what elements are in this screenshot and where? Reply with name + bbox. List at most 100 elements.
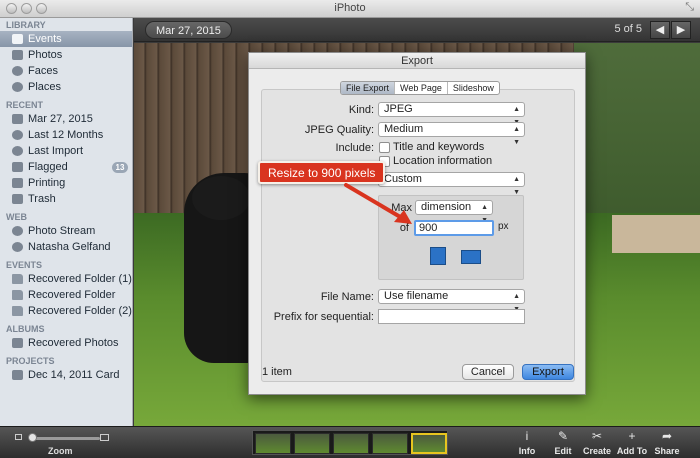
- info-button[interactable]: i Info: [510, 429, 544, 457]
- kind-popup[interactable]: JPEG▲▼: [378, 102, 525, 126]
- sidebar-item-label: Events: [28, 33, 62, 45]
- file-name-label: File Name:: [320, 291, 374, 303]
- zoom-slider[interactable]: [30, 437, 100, 440]
- quality-label: JPEG Quality:: [304, 124, 374, 136]
- folder-icon: [12, 290, 23, 300]
- thumbnail[interactable]: [333, 433, 369, 454]
- create-button[interactable]: ✂ Create: [580, 429, 614, 457]
- file-name-popup[interactable]: Use filename▲▼: [378, 289, 525, 313]
- sidebar-item-label: Faces: [28, 65, 58, 77]
- zoom-in-icon[interactable]: [100, 434, 109, 441]
- tab-slideshow[interactable]: Slideshow: [448, 82, 499, 94]
- faces-icon: [12, 66, 23, 76]
- prefix-label: Prefix for sequential:: [273, 311, 374, 323]
- info-icon: i: [525, 429, 529, 443]
- edit-icon: ✎: [557, 429, 569, 443]
- prefix-input[interactable]: [378, 309, 525, 324]
- folder-icon: [12, 306, 23, 316]
- thumbnail[interactable]: [294, 433, 330, 454]
- thumbnail[interactable]: [372, 433, 408, 454]
- item-count: 1 item: [262, 366, 292, 378]
- sidebar-item-label: Last 12 Months: [28, 129, 104, 141]
- photo-planter: [612, 215, 700, 253]
- sidebar-item[interactable]: Places: [0, 79, 132, 95]
- sidebar-item[interactable]: Natasha Gelfand: [0, 239, 132, 255]
- portrait-orientation-icon[interactable]: [430, 247, 446, 265]
- title-keywords-checkbox[interactable]: [379, 142, 390, 153]
- sidebar-item[interactable]: Mar 27, 2015: [0, 111, 132, 127]
- sidebar-item[interactable]: Events: [0, 31, 132, 47]
- share-button[interactable]: ➦ Share: [650, 429, 684, 457]
- edit-button[interactable]: ✎ Edit: [546, 429, 580, 457]
- sidebar-item-label: Recovered Folder: [28, 289, 116, 301]
- sidebar-item-label: Dec 14, 2011 Card: [28, 369, 120, 381]
- thumbnail-strip: [252, 430, 448, 455]
- export-tabs: File Export Web Page Slideshow: [340, 81, 500, 95]
- sidebar-item[interactable]: Recovered Photos: [0, 335, 132, 351]
- cancel-button[interactable]: Cancel: [462, 364, 514, 380]
- kind-label: Kind:: [348, 104, 374, 116]
- sidebar-item[interactable]: Last Import: [0, 143, 132, 159]
- sidebar-section-head: WEB: [6, 212, 27, 222]
- location-label: Location information: [393, 155, 493, 167]
- bottom-toolbar: Zoom i Info ✎ Edit ✂ Create + Add To ➦ Share: [0, 426, 700, 458]
- photo-counter: 5 of 5: [614, 23, 642, 35]
- sidebar-item-label: Mar 27, 2015: [28, 113, 93, 125]
- include-label: Include:: [335, 142, 374, 154]
- zoom-slider-knob[interactable]: [28, 433, 37, 442]
- photo-dog-head: [192, 176, 250, 220]
- tab-file-export[interactable]: File Export: [341, 82, 396, 94]
- sidebar-item-label: Places: [28, 81, 62, 93]
- sidebar-item-label: Photos: [28, 49, 63, 61]
- next-photo-button[interactable]: ▶: [671, 21, 691, 39]
- sidebar-item[interactable]: Photo Stream: [0, 223, 132, 239]
- sidebar-item[interactable]: Last 12 Months: [0, 127, 132, 143]
- quality-popup[interactable]: Medium ▲ ▼: [378, 122, 525, 146]
- sidebar-item-label: Natasha Gelfand: [28, 241, 111, 253]
- tool-label: Create: [582, 446, 611, 456]
- thumbnail[interactable]: [411, 433, 447, 454]
- sidebar-item[interactable]: Recovered Folder (1): [0, 271, 132, 287]
- sidebar-item[interactable]: Faces: [0, 63, 132, 79]
- tool-label: Info: [518, 446, 536, 456]
- zoom-out-icon[interactable]: [15, 434, 22, 440]
- sidebar-item-label: Recovered Folder (1): [28, 273, 132, 285]
- places-icon: [12, 82, 23, 92]
- export-button[interactable]: Export: [522, 364, 574, 380]
- sidebar-item[interactable]: Flagged 13: [0, 159, 132, 175]
- fullscreen-icon[interactable]: ⤡: [685, 1, 694, 14]
- folder-icon: [12, 274, 23, 284]
- size-input[interactable]: 900: [414, 220, 494, 236]
- sidebar-section-head: PROJECTS: [6, 356, 55, 366]
- sidebar-item[interactable]: Trash: [0, 191, 132, 207]
- events-icon: [12, 34, 23, 44]
- printer-icon: [12, 178, 23, 188]
- thumbnail[interactable]: [255, 433, 291, 454]
- sidebar-section-head: EVENTS: [6, 260, 43, 270]
- create-icon: ✂: [591, 429, 603, 443]
- sidebar-item[interactable]: Photos: [0, 47, 132, 63]
- tool-label: Share: [654, 446, 680, 456]
- sidebar-item-label: Trash: [28, 193, 56, 205]
- sidebar-item[interactable]: Recovered Folder (2): [0, 303, 132, 319]
- max-dimension-popup[interactable]: dimension▲▼: [415, 200, 493, 224]
- window-title: iPhoto: [334, 2, 366, 14]
- add-to-button[interactable]: + Add To: [615, 429, 649, 457]
- previous-photo-button[interactable]: ◀: [650, 21, 670, 39]
- event-toolbar: Mar 27, 2015 5 of 5 ◀ ▶: [134, 18, 700, 42]
- event-title-button[interactable]: Mar 27, 2015: [145, 21, 232, 39]
- sidebar-item[interactable]: Recovered Folder: [0, 287, 132, 303]
- tab-web-page[interactable]: Web Page: [395, 82, 448, 94]
- sidebar-item-label: Last Import: [28, 145, 84, 157]
- shared-stream-icon: [12, 242, 23, 252]
- add-to-icon: +: [628, 429, 636, 443]
- sidebar-item[interactable]: Printing: [0, 175, 132, 191]
- landscape-orientation-icon[interactable]: [461, 250, 481, 264]
- tool-label: Add To: [616, 446, 648, 456]
- chevron-updown-icon: ▲▼: [513, 126, 520, 146]
- trash-icon: [12, 194, 23, 204]
- kind-value: JPEG: [384, 103, 413, 115]
- photos-icon: [12, 50, 23, 60]
- quality-value: Medium: [384, 123, 424, 135]
- sidebar-item[interactable]: Dec 14, 2011 Card: [0, 367, 132, 383]
